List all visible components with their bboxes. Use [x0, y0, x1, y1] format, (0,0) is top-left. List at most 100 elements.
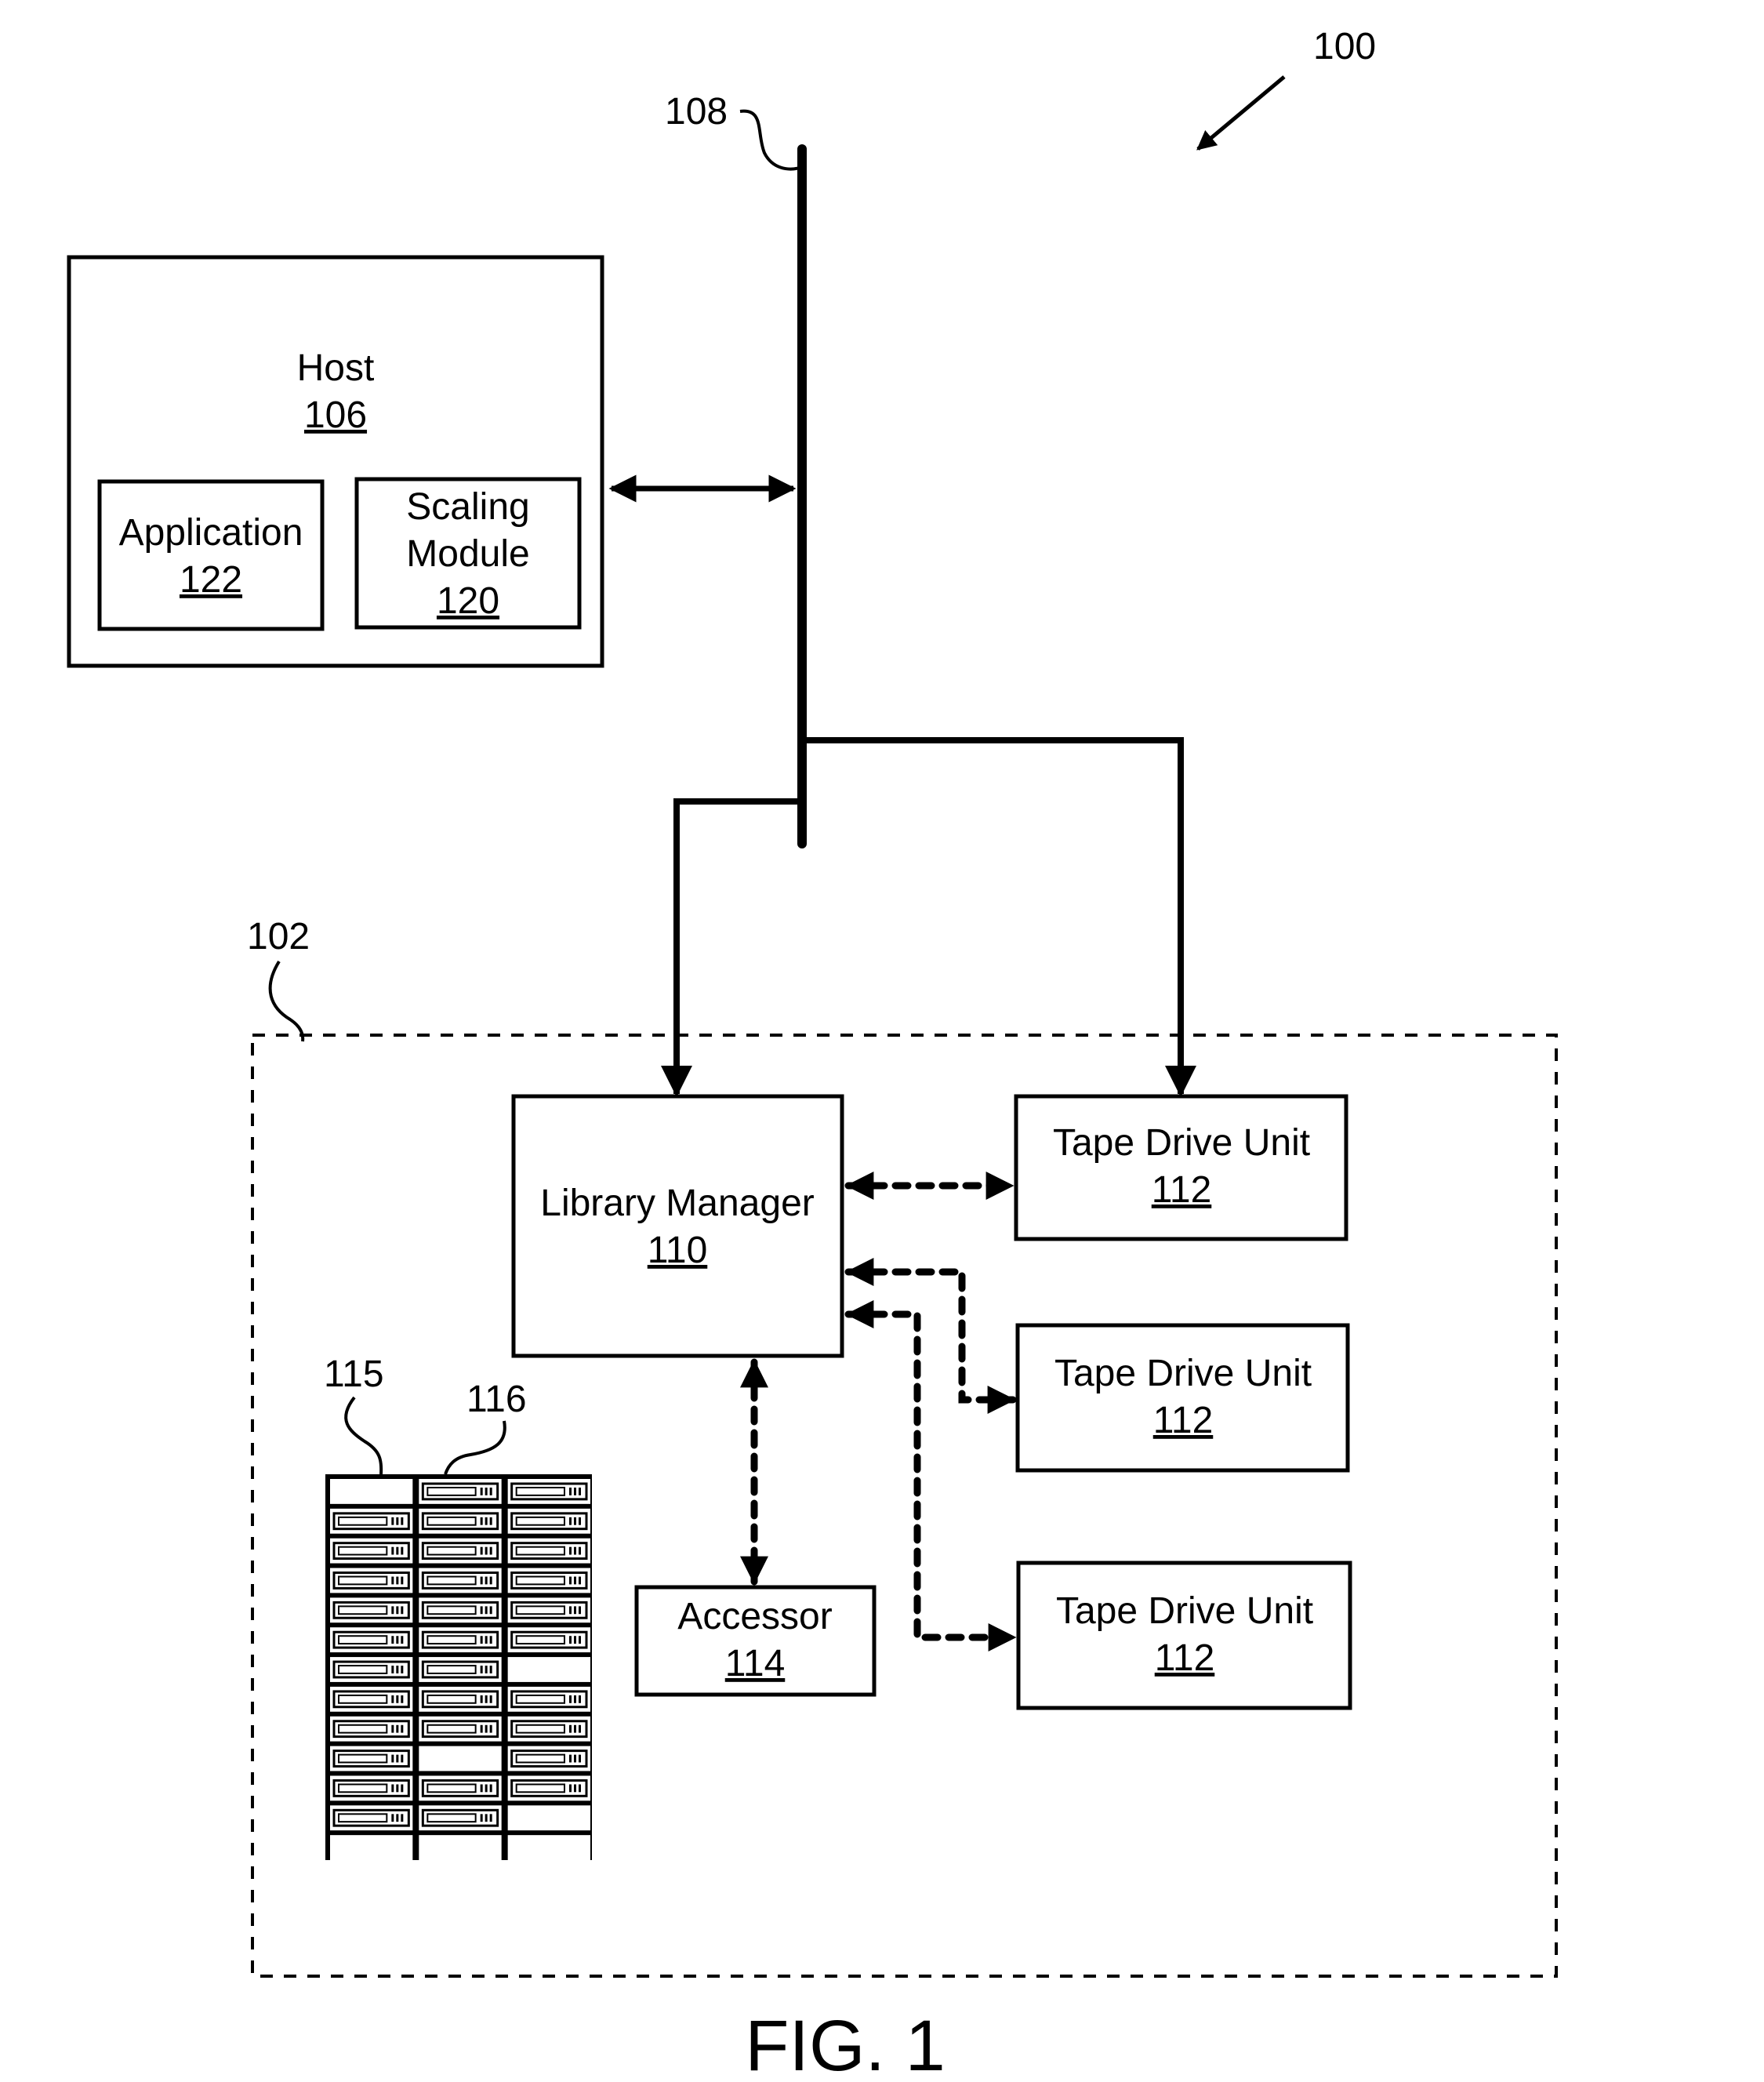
cartridge-grip [401, 1517, 404, 1525]
figure-caption: FIG. 1 [745, 2006, 946, 2082]
cartridge-label [338, 1724, 388, 1734]
cartridge-grip [485, 1546, 488, 1555]
system-ref-arrow [1196, 75, 1286, 151]
cartridge-grip [489, 1546, 492, 1555]
cartridge-grip [401, 1754, 404, 1763]
cartridge-grip [396, 1517, 399, 1525]
rack-ref-leader [344, 1396, 383, 1475]
cartridge-grip [485, 1724, 488, 1733]
cartridge-grip [480, 1606, 483, 1615]
tape-drive-unit-3: Tape Drive Unit 112 [1016, 1561, 1352, 1710]
cartridge-grip [391, 1724, 394, 1733]
library-ref-label: 102 [247, 916, 310, 957]
cartridge-grip [569, 1488, 572, 1495]
cartridge-label [338, 1694, 388, 1704]
cartridge-grip [579, 1546, 581, 1555]
cartridge-grip [489, 1636, 492, 1644]
cartridge-grip [396, 1576, 399, 1585]
cartridge-label [515, 1724, 566, 1734]
cartridge-grip [489, 1517, 492, 1525]
cartridge-grip [396, 1784, 399, 1793]
cartridge-grip [574, 1517, 576, 1525]
cartridge-grip [579, 1695, 581, 1703]
application-title: Application [119, 512, 303, 554]
cartridge-grip [489, 1666, 492, 1673]
cartridge-grip [480, 1576, 483, 1585]
cartridge-grip [391, 1814, 394, 1822]
cartridge-grip [396, 1724, 399, 1733]
tape-drive-unit-1: Tape Drive Unit 112 [1014, 1094, 1348, 1241]
system-diagram: 100 108 Host 106 Application 122 Scaling… [67, 26, 1558, 2082]
cartridge-grip [579, 1606, 581, 1615]
cartridge-label [338, 1516, 388, 1526]
library-manager-ref: 110 [648, 1230, 708, 1271]
host-box [67, 255, 604, 668]
cartridge-grip [401, 1606, 404, 1615]
library-manager-title: Library Manager [540, 1183, 815, 1224]
tape-drive-unit-2: Tape Drive Unit 112 [1015, 1323, 1350, 1473]
cartridge-label [338, 1813, 388, 1823]
application-box [97, 479, 325, 631]
cartridge-label [515, 1605, 566, 1615]
cartridge-grip [489, 1695, 492, 1703]
cartridge-grip [391, 1606, 394, 1615]
cartridge-grip [480, 1814, 483, 1822]
cartridge-grip [401, 1666, 404, 1673]
cartridge-grip [489, 1606, 492, 1615]
cartridge-grip [569, 1517, 572, 1525]
library-manager-box [511, 1094, 844, 1358]
cartridge-grip [574, 1576, 576, 1585]
cartridge-grip [485, 1695, 488, 1703]
cartridge-grip [391, 1784, 394, 1793]
rack-slot [419, 1835, 502, 1860]
cartridge-grip [480, 1724, 483, 1733]
cartridge-grip [574, 1724, 576, 1733]
cartridge-grip [569, 1546, 572, 1555]
cartridge-grip [569, 1724, 572, 1733]
cartridge-grip [569, 1576, 572, 1585]
cartridge-label [426, 1694, 477, 1704]
cartridge-grip [480, 1636, 483, 1644]
cartridge-grip [485, 1606, 488, 1615]
cartridge-grip [579, 1754, 581, 1763]
cartridge-grip [391, 1695, 394, 1703]
cartridge-grip [401, 1695, 404, 1703]
cartridge-grip [485, 1636, 488, 1644]
cartridge-grip [485, 1517, 488, 1525]
slot-ref-leader [444, 1420, 506, 1475]
cartridge-label [338, 1546, 388, 1556]
cartridge-label [515, 1753, 566, 1764]
cartridge-grip [579, 1488, 581, 1495]
cartridge-grip [569, 1754, 572, 1763]
tape-drive-title: Tape Drive Unit [1054, 1353, 1312, 1394]
cartridge-label [426, 1813, 477, 1823]
cartridge-grip [485, 1784, 488, 1793]
storage-rack [325, 1474, 592, 1860]
cartridge-grip [396, 1695, 399, 1703]
cartridge-label [515, 1575, 566, 1586]
system-ref-label: 100 [1313, 26, 1376, 67]
rack-slot [330, 1479, 413, 1504]
bus-to-tape-drive-1 [802, 737, 1196, 1097]
cartridge-label [338, 1635, 388, 1645]
cartridge-grip [569, 1636, 572, 1644]
rack-slot [507, 1657, 590, 1682]
cartridge-label [338, 1605, 388, 1615]
cartridge-grip [391, 1754, 394, 1763]
host-title: Host [297, 347, 375, 389]
cartridge-grip [396, 1606, 399, 1615]
cartridge-grip [401, 1724, 404, 1733]
cartridge-grip [391, 1546, 394, 1555]
cartridge-grip [574, 1754, 576, 1763]
tape-drive-ref: 112 [1153, 1400, 1214, 1441]
cartridge-grip [569, 1784, 572, 1793]
cartridge-label [426, 1575, 477, 1586]
cartridge-grip [574, 1784, 576, 1793]
bus-to-library-manager [661, 798, 802, 1097]
cartridge-grip [574, 1606, 576, 1615]
cartridge-grip [485, 1488, 488, 1495]
cartridge-label [515, 1516, 566, 1526]
cartridge-label [426, 1783, 477, 1793]
cartridge-grip [480, 1784, 483, 1793]
cartridge-label [426, 1516, 477, 1526]
